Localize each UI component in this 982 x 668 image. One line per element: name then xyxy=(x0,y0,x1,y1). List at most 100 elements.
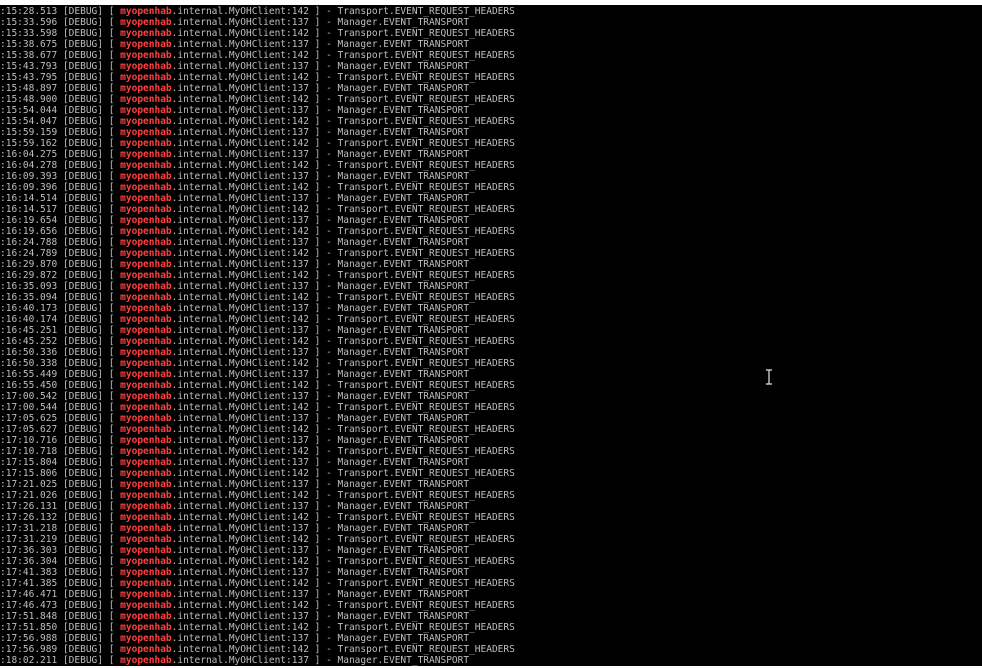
log-class: .internal.MyOHClient:137 xyxy=(171,567,309,578)
log-package: myopenhab xyxy=(120,72,172,83)
log-class: .internal.MyOHClient:142 xyxy=(171,644,309,655)
log-level: [DEBUG] xyxy=(62,347,103,358)
log-level: [DEBUG] xyxy=(62,259,103,270)
log-class: .internal.MyOHClient:137 xyxy=(171,171,309,182)
log-line: :17:41.383 [DEBUG] [ myopenhab.internal.… xyxy=(0,567,470,578)
log-timestamp: :17:10.718 xyxy=(0,446,58,457)
log-message: ] - Manager.EVENT_TRANSPORT xyxy=(308,237,470,248)
log-line: :16:45.252 [DEBUG] [ myopenhab.internal.… xyxy=(0,336,515,347)
log-timestamp: :17:36.304 xyxy=(0,556,58,567)
log-package: myopenhab xyxy=(120,270,172,281)
log-level: [DEBUG] xyxy=(62,248,103,259)
log-timestamp: :16:29.872 xyxy=(0,270,58,281)
log-message: ] - Transport.EVENT_REQUEST_HEADERS xyxy=(308,578,515,589)
log-timestamp: :16:09.396 xyxy=(0,182,58,193)
log-timestamp: :15:43.793 xyxy=(0,61,58,72)
log-package: myopenhab xyxy=(120,259,172,270)
log-message: ] - Manager.EVENT_TRANSPORT xyxy=(308,501,470,512)
log-class: .internal.MyOHClient:137 xyxy=(171,83,309,94)
log-level: [DEBUG] xyxy=(62,171,103,182)
log-package: myopenhab xyxy=(120,204,172,215)
log-package: myopenhab xyxy=(120,402,172,413)
log-timestamp: :15:38.675 xyxy=(0,39,58,50)
log-package: myopenhab xyxy=(120,182,172,193)
log-package: myopenhab xyxy=(120,512,172,523)
log-package: myopenhab xyxy=(120,446,172,457)
log-line: :17:26.131 [DEBUG] [ myopenhab.internal.… xyxy=(0,501,470,512)
log-package: myopenhab xyxy=(120,457,172,468)
log-timestamp: :17:00.542 xyxy=(0,391,58,402)
log-package: myopenhab xyxy=(120,611,172,622)
log-class: .internal.MyOHClient:137 xyxy=(171,303,309,314)
log-message: ] - Transport.EVENT_REQUEST_HEADERS xyxy=(308,644,515,655)
log-line: :15:48.900 [DEBUG] [ myopenhab.internal.… xyxy=(0,94,515,105)
log-timestamp: :15:33.598 xyxy=(0,28,58,39)
log-level: [DEBUG] xyxy=(62,226,103,237)
log-timestamp: :16:55.449 xyxy=(0,369,58,380)
log-level: [DEBUG] xyxy=(62,149,103,160)
log-line: :15:33.598 [DEBUG] [ myopenhab.internal.… xyxy=(0,28,515,39)
log-package: myopenhab xyxy=(120,622,172,633)
log-line: :15:59.159 [DEBUG] [ myopenhab.internal.… xyxy=(0,127,470,138)
log-timestamp: :15:28.513 xyxy=(0,6,58,17)
log-message: ] - Manager.EVENT_TRANSPORT xyxy=(308,259,470,270)
log-line: :17:56.989 [DEBUG] [ myopenhab.internal.… xyxy=(0,644,515,655)
log-timestamp: :17:51.848 xyxy=(0,611,58,622)
log-class: .internal.MyOHClient:142 xyxy=(171,578,309,589)
log-line: :15:59.162 [DEBUG] [ myopenhab.internal.… xyxy=(0,138,515,149)
log-message: ] - Manager.EVENT_TRANSPORT xyxy=(308,523,470,534)
log-package: myopenhab xyxy=(120,534,172,545)
log-timestamp: :15:43.795 xyxy=(0,72,58,83)
log-timestamp: :17:05.625 xyxy=(0,413,58,424)
log-line: :17:31.218 [DEBUG] [ myopenhab.internal.… xyxy=(0,523,470,534)
log-line: :16:24.788 [DEBUG] [ myopenhab.internal.… xyxy=(0,237,470,248)
log-level: [DEBUG] xyxy=(62,556,103,567)
log-line: :15:48.897 [DEBUG] [ myopenhab.internal.… xyxy=(0,83,470,94)
log-level: [DEBUG] xyxy=(62,105,103,116)
log-timestamp: :16:14.517 xyxy=(0,204,58,215)
log-level: [DEBUG] xyxy=(62,501,103,512)
log-class: .internal.MyOHClient:137 xyxy=(171,215,309,226)
log-level: [DEBUG] xyxy=(62,325,103,336)
log-timestamp: :15:33.596 xyxy=(0,17,58,28)
log-level: [DEBUG] xyxy=(62,589,103,600)
log-level: [DEBUG] xyxy=(62,534,103,545)
text-cursor-icon xyxy=(766,369,772,385)
log-line: :15:28.513 [DEBUG] [ myopenhab.internal.… xyxy=(0,6,515,17)
log-class: .internal.MyOHClient:137 xyxy=(171,105,309,116)
log-package: myopenhab xyxy=(120,303,172,314)
log-line: :17:51.850 [DEBUG] [ myopenhab.internal.… xyxy=(0,622,515,633)
log-timestamp: :17:21.025 xyxy=(0,479,58,490)
log-level: [DEBUG] xyxy=(62,413,103,424)
log-message: ] - Transport.EVENT_REQUEST_HEADERS xyxy=(308,72,515,83)
log-package: myopenhab xyxy=(120,358,172,369)
log-class: .internal.MyOHClient:137 xyxy=(171,633,309,644)
log-line: :17:51.848 [DEBUG] [ myopenhab.internal.… xyxy=(0,611,470,622)
log-line: :17:36.304 [DEBUG] [ myopenhab.internal.… xyxy=(0,556,515,567)
log-level: [DEBUG] xyxy=(62,336,103,347)
log-message: ] - Transport.EVENT_REQUEST_HEADERS xyxy=(308,94,515,105)
log-line: :17:15.806 [DEBUG] [ myopenhab.internal.… xyxy=(0,468,515,479)
log-timestamp: :17:51.850 xyxy=(0,622,58,633)
log-message: ] - Transport.EVENT_REQUEST_HEADERS xyxy=(308,490,515,501)
log-package: myopenhab xyxy=(120,28,172,39)
log-class: .internal.MyOHClient:142 xyxy=(171,204,309,215)
log-line: :16:24.789 [DEBUG] [ myopenhab.internal.… xyxy=(0,248,515,259)
log-timestamp: :16:40.174 xyxy=(0,314,58,325)
log-message: ] - Transport.EVENT_REQUEST_HEADERS xyxy=(308,160,515,171)
log-level: [DEBUG] xyxy=(62,655,103,666)
terminal-window[interactable]: :15:28.513 [DEBUG] [ myopenhab.internal.… xyxy=(0,5,982,668)
log-line: :17:00.542 [DEBUG] [ myopenhab.internal.… xyxy=(0,391,470,402)
log-message: ] - Manager.EVENT_TRANSPORT xyxy=(308,303,470,314)
log-class: .internal.MyOHClient:137 xyxy=(171,391,309,402)
log-class: .internal.MyOHClient:142 xyxy=(171,622,309,633)
log-package: myopenhab xyxy=(120,413,172,424)
log-line: :16:29.872 [DEBUG] [ myopenhab.internal.… xyxy=(0,270,515,281)
log-package: myopenhab xyxy=(120,490,172,501)
log-timestamp: :17:31.218 xyxy=(0,523,58,534)
log-timestamp: :17:26.132 xyxy=(0,512,58,523)
log-package: myopenhab xyxy=(120,380,172,391)
log-package: myopenhab xyxy=(120,39,172,50)
log-class: .internal.MyOHClient:142 xyxy=(171,424,309,435)
log-level: [DEBUG] xyxy=(62,479,103,490)
